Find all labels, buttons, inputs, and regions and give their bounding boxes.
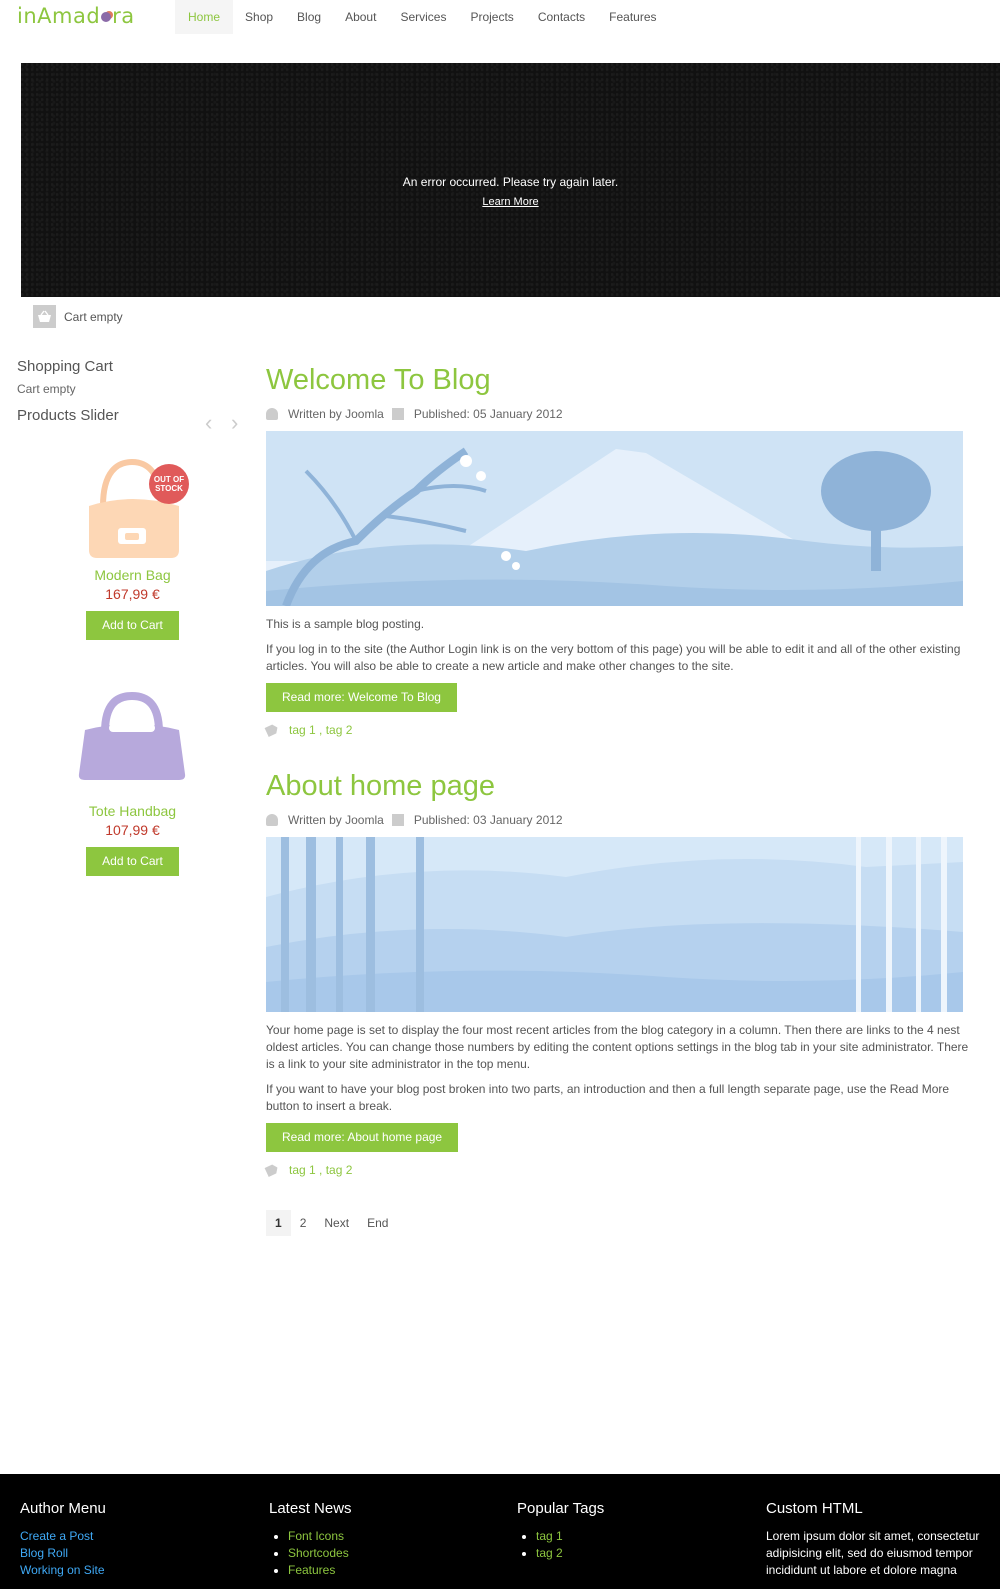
article-meta: Written by Joomla Published: 05 January …	[266, 406, 976, 422]
tag-icon	[264, 723, 279, 737]
logo-text-end: ra	[112, 4, 135, 28]
read-more-button[interactable]: Read more: Welcome To Blog	[266, 683, 457, 712]
menu-item-contacts[interactable]: Contacts	[526, 0, 597, 34]
product-name[interactable]: Tote Handbag	[75, 803, 190, 819]
read-more-button[interactable]: Read more: About home page	[266, 1123, 459, 1152]
article-title[interactable]: Welcome To Blog	[266, 362, 976, 398]
product-card: Tote Handbag 107,99 € Add to Cart	[75, 688, 190, 876]
calendar-icon	[391, 814, 404, 826]
article-title[interactable]: About home page	[266, 768, 976, 804]
basket-icon	[33, 305, 56, 328]
article-paragraph: If you want to have your blog post broke…	[266, 1082, 950, 1113]
top-navigation: inAmad ra Home Shop Blog About Services P…	[0, 0, 1000, 34]
site-footer: Author Menu Create a Post Blog Roll Work…	[0, 1474, 1000, 1589]
article-tags: tag 1 , tag 2	[266, 723, 976, 737]
footer-link-create-post[interactable]: Create a Post	[20, 1528, 240, 1545]
add-to-cart-button[interactable]: Add to Cart	[86, 847, 179, 876]
calendar-icon	[391, 408, 404, 420]
next-page-link[interactable]: Next	[315, 1210, 358, 1236]
footer-link-working-on-site[interactable]: Working on Site	[20, 1562, 240, 1579]
footer-heading: Popular Tags	[517, 1500, 605, 1517]
menu-item-services[interactable]: Services	[388, 0, 458, 34]
page-1-link[interactable]: 1	[266, 1210, 291, 1236]
article-tag-links[interactable]: tag 1 , tag 2	[289, 723, 352, 737]
blog-article: Welcome To Blog Written by Joomla Publis…	[266, 362, 976, 737]
article-tag-links[interactable]: tag 1 , tag 2	[289, 1163, 352, 1177]
video-banner: An error occurred. Please try again late…	[21, 63, 1000, 297]
products-slider-heading: Products Slider	[17, 407, 119, 424]
tote-handbag-image[interactable]	[75, 688, 190, 794]
footer-heading: Custom HTML	[766, 1500, 863, 1517]
article-paragraph: This is a sample blog posting.	[266, 617, 425, 631]
article-image-bamboo-landscape	[266, 837, 963, 1012]
site-logo[interactable]: inAmad ra	[17, 4, 135, 28]
article-body: This is a sample blog posting. If you lo…	[266, 616, 976, 675]
pagination: 1 2 Next End	[266, 1210, 397, 1236]
shopping-cart-heading: Shopping Cart	[17, 358, 113, 375]
article-meta: Written by Joomla Published: 03 January …	[266, 812, 976, 828]
article-published-date: Published: 05 January 2012	[413, 407, 563, 421]
shopping-cart-status: Cart empty	[17, 382, 76, 396]
menu-item-features[interactable]: Features	[597, 0, 668, 34]
user-icon	[266, 814, 278, 826]
footer-custom-html: Custom HTML Lorem ipsum dolor sit amet, …	[766, 1500, 981, 1579]
footer-link-blog-roll[interactable]: Blog Roll	[20, 1545, 240, 1562]
logo-text: inAmad	[17, 4, 101, 28]
article-author: Written by Joomla	[288, 813, 384, 827]
cart-status-bar[interactable]: Cart empty	[33, 305, 123, 328]
article-paragraph: Your home page is set to display the fou…	[266, 1023, 969, 1071]
page-2-link[interactable]: 2	[291, 1210, 316, 1236]
out-of-stock-badge: OUT OF STOCK	[149, 464, 189, 504]
user-icon	[266, 408, 278, 420]
product-price: 107,99 €	[105, 822, 160, 838]
footer-heading: Author Menu	[20, 1500, 106, 1517]
article-body: Your home page is set to display the fou…	[266, 1022, 976, 1115]
blog-article: About home page Written by Joomla Publis…	[266, 768, 976, 1177]
product-price: 167,99 €	[105, 586, 160, 602]
menu-item-home[interactable]: Home	[175, 0, 234, 34]
article-image-mountain-landscape	[266, 431, 963, 606]
slider-next-chevron-icon[interactable]: ›	[231, 410, 238, 436]
footer-popular-tags: Popular Tags tag 1 tag 2	[517, 1500, 737, 1562]
footer-author-menu: Author Menu Create a Post Blog Roll Work…	[20, 1500, 240, 1579]
banner-learn-more-link[interactable]: Learn More	[21, 196, 1000, 208]
menu-item-shop[interactable]: Shop	[233, 0, 285, 34]
footer-news-link[interactable]: Features	[288, 1563, 335, 1577]
footer-news-link[interactable]: Shortcodes	[288, 1546, 349, 1560]
cart-status-text: Cart empty	[64, 309, 123, 324]
end-page-link[interactable]: End	[358, 1210, 397, 1236]
slider-prev-chevron-icon[interactable]: ‹	[205, 410, 212, 436]
logo-flower-icon	[101, 12, 112, 22]
footer-latest-news: Latest News Font Icons Shortcodes Featur…	[269, 1500, 489, 1579]
tag-icon	[264, 1163, 279, 1177]
footer-custom-text: Lorem ipsum dolor sit amet, consectetur …	[766, 1529, 980, 1577]
add-to-cart-button[interactable]: Add to Cart	[86, 611, 179, 640]
menu-item-projects[interactable]: Projects	[458, 0, 525, 34]
article-paragraph: If you log in to the site (the Author Lo…	[266, 642, 961, 673]
main-menu: Home Shop Blog About Services Projects C…	[175, 0, 669, 34]
footer-heading: Latest News	[269, 1500, 352, 1517]
footer-tag-link[interactable]: tag 1	[536, 1529, 563, 1543]
product-name[interactable]: Modern Bag	[75, 567, 190, 583]
product-card: OUT OF STOCK Modern Bag 167,99 € Add to …	[75, 458, 190, 640]
article-author: Written by Joomla	[288, 407, 384, 421]
article-published-date: Published: 03 January 2012	[413, 813, 563, 827]
menu-item-blog[interactable]: Blog	[285, 0, 333, 34]
banner-error-message: An error occurred. Please try again late…	[402, 175, 619, 189]
article-tags: tag 1 , tag 2	[266, 1163, 976, 1177]
menu-item-about[interactable]: About	[333, 0, 388, 34]
footer-tag-link[interactable]: tag 2	[536, 1546, 563, 1560]
footer-news-link[interactable]: Font Icons	[288, 1529, 344, 1543]
